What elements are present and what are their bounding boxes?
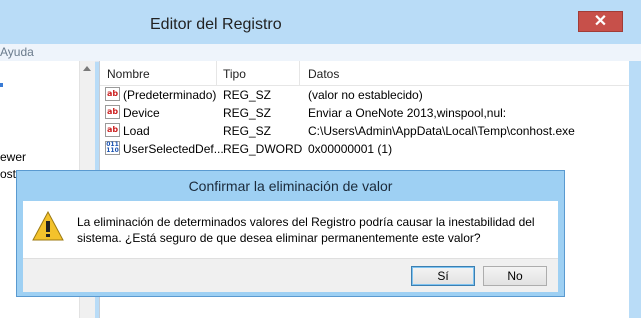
value-data: Enviar a OneNote 2013,winspool,nul: [308, 106, 507, 120]
binary-value-icon: 011 110 [105, 141, 120, 155]
title-bar[interactable]: Editor del Registro ✕ [0, 0, 641, 44]
value-data: (valor no establecido) [308, 88, 423, 102]
table-row[interactable]: ab Device REG_SZ Enviar a OneNote 2013,w… [100, 104, 630, 122]
tree-item[interactable]: ewer [0, 150, 26, 164]
scroll-up-arrow-icon[interactable] [83, 66, 91, 71]
value-name: (Predeterminado) [123, 88, 217, 102]
column-divider[interactable] [299, 61, 300, 85]
string-value-icon: ab [105, 123, 120, 137]
value-type: REG_DWORD [223, 142, 303, 156]
window-title: Editor del Registro [150, 16, 282, 33]
menu-bar: Ayuda [0, 44, 641, 62]
table-row[interactable]: ab (Predeterminado) REG_SZ (valor no est… [100, 86, 630, 104]
value-name: Load [123, 124, 150, 138]
dialog-title[interactable]: Confirmar la eliminación de valor [17, 171, 564, 201]
column-header-name[interactable]: Nombre [107, 67, 150, 81]
confirm-delete-dialog: Confirmar la eliminación de valor La eli… [16, 170, 565, 297]
dialog-body: La eliminación de determinados valores d… [23, 201, 558, 258]
value-name: Device [123, 106, 160, 120]
column-divider[interactable] [216, 61, 217, 85]
dialog-message: La eliminación de determinados valores d… [77, 215, 535, 245]
menu-help[interactable]: Ayuda [0, 45, 34, 59]
value-name: UserSelectedDef... [123, 142, 224, 156]
table-row[interactable]: ab Load REG_SZ C:\Users\Admin\AppData\Lo… [100, 122, 630, 140]
string-value-icon: ab [105, 87, 120, 101]
value-type: REG_SZ [223, 106, 272, 120]
value-data: C:\Users\Admin\AppData\Local\Temp\conhos… [308, 124, 575, 138]
window-frame-right [629, 61, 641, 318]
no-button[interactable]: No [483, 266, 547, 286]
list-header: Nombre Tipo Datos [100, 61, 630, 86]
warning-icon [32, 211, 64, 241]
tree-expander-mark [0, 83, 3, 87]
value-data: 0x00000001 (1) [308, 142, 393, 156]
dialog-button-bar: Sí No [23, 258, 558, 292]
column-header-type[interactable]: Tipo [223, 67, 246, 81]
tree-item[interactable]: ost [0, 167, 16, 181]
string-value-icon: ab [105, 105, 120, 119]
value-type: REG_SZ [223, 124, 272, 138]
value-type: REG_SZ [223, 88, 272, 102]
close-button[interactable]: ✕ [578, 11, 623, 32]
column-header-data[interactable]: Datos [308, 67, 339, 81]
table-row[interactable]: 011 110 UserSelectedDef... REG_DWORD 0x00… [100, 140, 630, 158]
yes-button[interactable]: Sí [411, 266, 475, 286]
